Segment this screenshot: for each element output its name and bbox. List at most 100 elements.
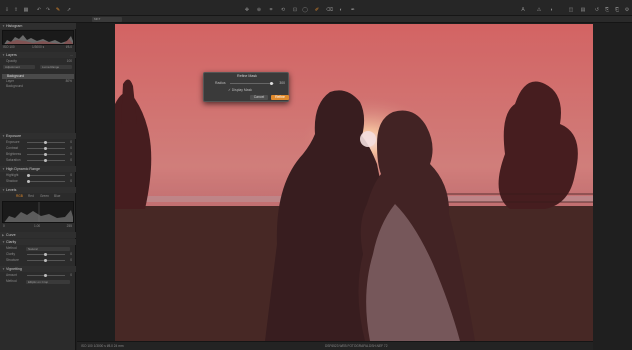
clarity-slider-row: Clarity 0	[0, 252, 76, 257]
levels-header[interactable]: ▼ Levels	[0, 187, 76, 193]
saturation-value[interactable]: 0	[70, 158, 72, 163]
highlight-value[interactable]: 0	[70, 173, 72, 178]
vignetting-title: Vignetting	[6, 267, 22, 271]
radius-slider[interactable]	[230, 82, 274, 85]
paste-icon[interactable]: ⎗	[614, 7, 620, 13]
grid-icon[interactable]: ▦	[23, 7, 29, 13]
histogram-title: Histogram	[6, 24, 23, 28]
gradient-icon[interactable]: ◐	[338, 7, 344, 13]
vignette-amount-label: Amount	[6, 273, 17, 277]
tab-blue[interactable]: Blue	[54, 194, 60, 199]
highlight-slider[interactable]	[27, 174, 65, 177]
luma-range-button[interactable]: Luma Range	[40, 65, 72, 69]
levels-graph[interactable]	[2, 201, 74, 223]
structure-value[interactable]: 0	[70, 258, 72, 263]
import-icon[interactable]: ⇩	[4, 7, 10, 13]
collection-selector[interactable]: MKT	[92, 17, 122, 22]
text-icon[interactable]: A	[520, 7, 526, 13]
contrast-slider[interactable]	[27, 147, 65, 150]
curve-title: Curve	[6, 233, 16, 237]
tab-green[interactable]: Green	[40, 194, 49, 199]
display-mask-label: Display Mask	[231, 88, 252, 92]
display-mask-checkbox[interactable]: ✓ Display Mask	[228, 88, 252, 93]
keystone-icon[interactable]: ⊡	[292, 7, 298, 13]
shadow-slider[interactable]	[27, 180, 65, 183]
adjustment-dropdown[interactable]: Adjustment	[3, 65, 35, 69]
saturation-label: Saturation	[6, 158, 21, 162]
secondary-toolbar: MKT	[0, 16, 632, 23]
vignette-amount-slider[interactable]	[27, 274, 65, 277]
opacity-value[interactable]: 100	[67, 59, 72, 64]
brush-tool-icon[interactable]: ✐	[314, 7, 320, 13]
clarity-header[interactable]: ▼ Clarity	[0, 239, 76, 245]
histogram-header[interactable]: ▼ Histogram	[0, 23, 76, 29]
levels-max[interactable]: 255	[67, 224, 72, 229]
clarity-title: Clarity	[6, 240, 17, 244]
clarity-value[interactable]: 0	[70, 252, 72, 257]
levels-mid[interactable]: 1.00	[34, 224, 40, 229]
exposure-header[interactable]: ▼ Exposure	[0, 133, 76, 139]
hdr-header[interactable]: ▼ High Dynamic Range	[0, 166, 76, 172]
brush-icon[interactable]: ✎	[55, 7, 61, 13]
clarity-slider[interactable]	[27, 253, 65, 256]
curve-header[interactable]: ▶ Curve	[0, 232, 76, 238]
brightness-label: Brightness	[6, 152, 22, 156]
redo-icon[interactable]: ↷	[45, 7, 51, 13]
contrast-label: Contrast	[6, 146, 19, 150]
rotate-icon[interactable]: ⟲	[280, 7, 286, 13]
exposure-title: Exposure	[6, 134, 22, 138]
exposure-label: Exposure	[6, 140, 20, 144]
picker-icon[interactable]: ✒	[350, 7, 356, 13]
refine-button[interactable]: Refine	[271, 95, 289, 100]
brightness-value[interactable]: 0	[70, 152, 72, 157]
layers-menu-icon[interactable]: ⋯	[70, 52, 73, 58]
exposure-icon[interactable]: ◑	[548, 7, 554, 13]
compare-icon[interactable]: ◫	[568, 7, 574, 13]
radius-value[interactable]: 300	[279, 81, 285, 86]
brightness-slider[interactable]	[27, 153, 65, 156]
copy-icon[interactable]: ⎘	[604, 7, 610, 13]
undo-icon[interactable]: ↶	[36, 7, 42, 13]
brightness-slider-row: Brightness 0	[0, 152, 76, 157]
highlight-label: Highlight	[6, 173, 19, 177]
zoom-icon[interactable]: ⊕	[256, 7, 262, 13]
clarity-method-dropdown[interactable]: Natural	[26, 246, 70, 251]
settings-icon[interactable]: ⚙	[624, 7, 630, 13]
image-viewer[interactable]	[77, 23, 594, 341]
pan-icon[interactable]: ✥	[244, 7, 250, 13]
layer-opacity-row: Opacity 100	[0, 59, 76, 64]
cursor-icon[interactable]: ➚	[66, 7, 72, 13]
vignetting-header[interactable]: ▼ Vignetting	[0, 266, 76, 272]
exposure-value[interactable]: 0	[70, 140, 72, 145]
spot-icon[interactable]: ◯	[302, 7, 308, 13]
levels-values: 0 1.00 255	[0, 224, 76, 229]
cancel-button[interactable]: Cancel	[250, 95, 268, 100]
exposure-slider[interactable]	[27, 141, 65, 144]
grid-view-icon[interactable]: ▤	[580, 7, 586, 13]
tab-rgb[interactable]: RGB	[16, 194, 23, 199]
tab-red[interactable]: Red	[28, 194, 34, 199]
eraser-icon[interactable]: ⌫	[326, 7, 333, 13]
reset-icon[interactable]: ↺	[594, 7, 600, 13]
crop-tool-icon[interactable]: ⌗	[268, 7, 274, 13]
levels-min[interactable]: 0	[3, 224, 5, 229]
layers-header[interactable]: ▼ Layers ⋯	[0, 52, 76, 58]
structure-slider[interactable]	[27, 259, 65, 262]
histogram-info-row: ISO 100 1/3000 s f/8.0	[0, 45, 76, 50]
saturation-slider[interactable]	[27, 159, 65, 162]
collapse-icon: ▼	[2, 167, 5, 171]
layer-name: Background	[6, 84, 24, 88]
iso-info: ISO 100	[3, 45, 15, 49]
saturation-slider-row: Saturation 0	[0, 158, 76, 163]
vignette-method-dropdown[interactable]: Elliptic on Crop	[26, 279, 70, 284]
histogram-graph	[2, 30, 74, 45]
shadow-value[interactable]: 0	[70, 179, 72, 184]
vignette-amount-value[interactable]: 0	[70, 273, 72, 278]
export-icon[interactable]: ⇧	[13, 7, 19, 13]
shadow-label: Shadow	[6, 179, 18, 183]
warning-icon[interactable]: ⚠	[536, 7, 542, 13]
levels-title: Levels	[6, 188, 17, 192]
photo-canvas[interactable]	[115, 24, 594, 341]
contrast-value[interactable]: 0	[70, 146, 72, 151]
layer-item[interactable]: Background	[0, 84, 76, 89]
